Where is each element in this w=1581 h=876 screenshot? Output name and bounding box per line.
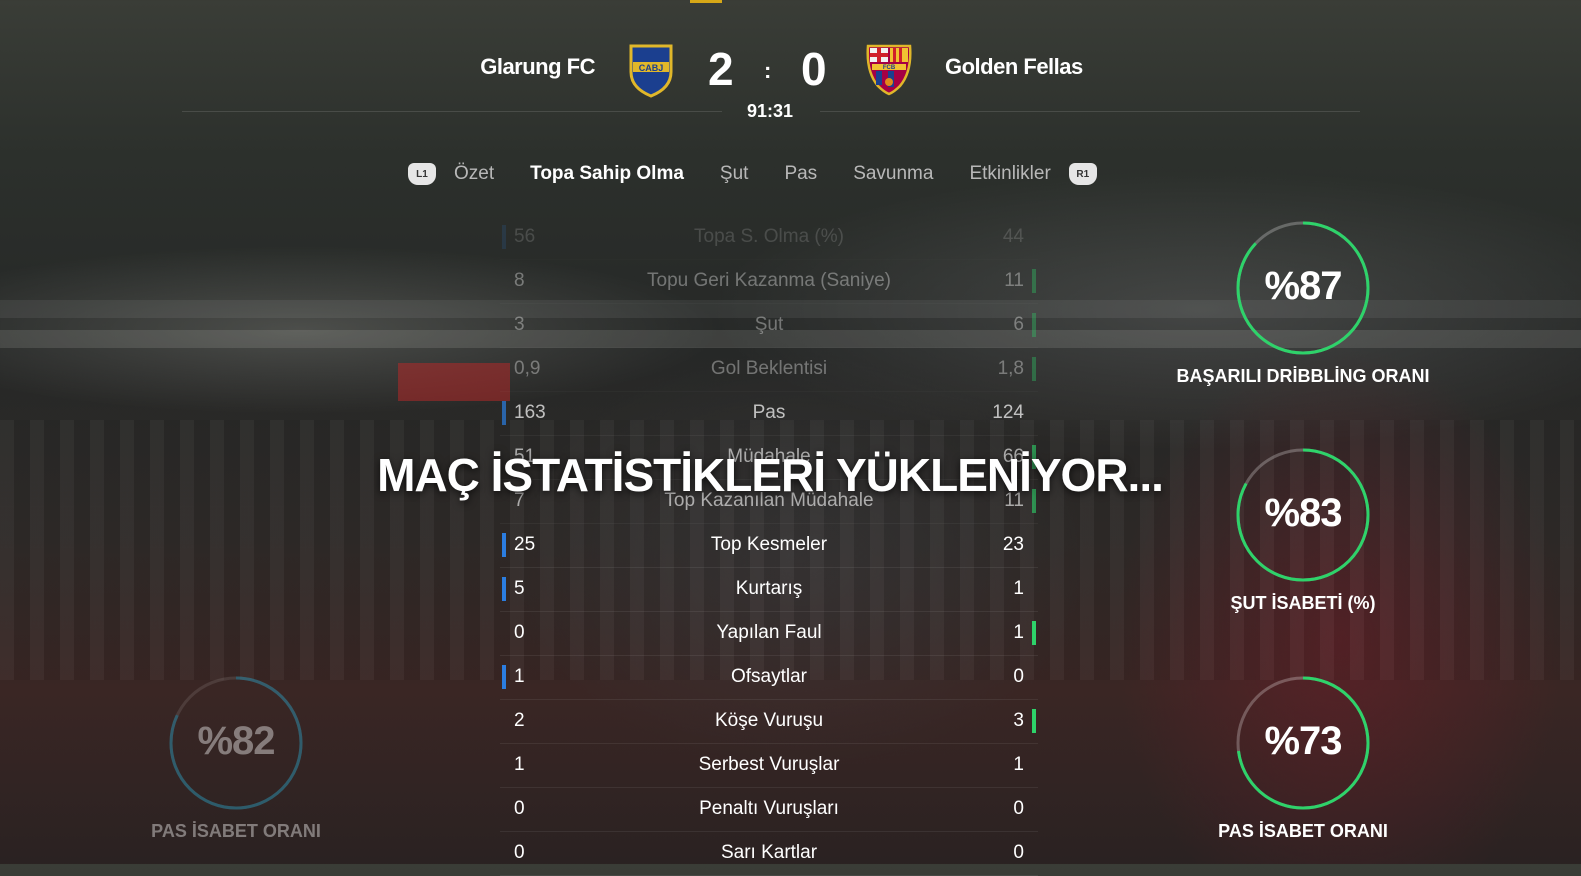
- home-team-name: Glarung FC: [480, 54, 595, 79]
- l1-button-icon[interactable]: L1: [408, 163, 436, 185]
- away-stat-value: 1: [1013, 754, 1024, 775]
- away-pass-accuracy-ring: %73: [1233, 673, 1373, 813]
- tab-etkinlikler[interactable]: Etkinlikler: [969, 163, 1050, 185]
- away-lead-bar: [1032, 621, 1036, 645]
- stat-row: 0 Yapılan Faul 1: [500, 612, 1038, 656]
- away-stat-value: 124: [992, 402, 1024, 423]
- away-stat-value: 0: [1013, 798, 1024, 819]
- away-stat-value: 1,8: [997, 358, 1024, 379]
- stat-label: Topu Geri Kazanma (Saniye): [647, 270, 891, 291]
- home-score: 2: [708, 43, 734, 95]
- background-board: [398, 363, 510, 401]
- stat-label: Şut: [754, 314, 784, 335]
- away-lead-bar: [1032, 709, 1036, 733]
- stat-row: 1 Serbest Vuruşlar 1: [500, 744, 1038, 788]
- stat-row: 8 Topu Geri Kazanma (Saniye) 11: [500, 260, 1038, 304]
- away-lead-bar: [1032, 357, 1036, 381]
- dribbling-value: %87: [1264, 264, 1342, 308]
- shot-accuracy-ring: %83: [1233, 445, 1373, 585]
- stat-label: Yapılan Faul: [716, 622, 822, 643]
- stat-row: 2 Köşe Vuruşu 3: [500, 700, 1038, 744]
- tab-sut[interactable]: Şut: [720, 163, 749, 185]
- home-pass-accuracy-value: %82: [197, 719, 275, 763]
- home-pass-accuracy-label: PAS İSABET ORANI: [151, 821, 321, 841]
- divider-line: [820, 111, 1360, 112]
- stat-label: Pas: [752, 402, 786, 423]
- away-stat-value: 6: [1013, 314, 1024, 335]
- away-stat-value: 23: [1002, 534, 1024, 555]
- stat-row: 5 Kurtarış 1: [500, 568, 1038, 612]
- divider-line: [182, 111, 722, 112]
- shot-accuracy-value: %83: [1264, 491, 1342, 535]
- stat-row: 0 Penaltı Vuruşları 0: [500, 788, 1038, 832]
- tab-pas[interactable]: Pas: [784, 163, 817, 185]
- stat-label: Top Kesmeler: [710, 534, 828, 555]
- away-stat-value: 1: [1013, 578, 1024, 599]
- stat-label: Kurtarış: [735, 578, 803, 599]
- stat-label: Ofsaytlar: [730, 666, 808, 687]
- away-pass-accuracy-label: PAS İSABET ORANI: [1218, 821, 1388, 841]
- away-stat-value: 0: [1013, 666, 1024, 687]
- away-stat-value: 3: [1013, 710, 1024, 731]
- tab-topa-sahip-olma[interactable]: Topa Sahip Olma: [530, 163, 684, 185]
- dribbling-label: BAŞARILI DRİBBLİNG ORANI: [1176, 366, 1430, 386]
- away-crest-text: FCB: [883, 65, 896, 71]
- stat-label: Topa S. Olma (%): [694, 226, 844, 247]
- stat-row: 3 Şut 6: [500, 304, 1038, 348]
- stat-row: 163 Pas 124: [500, 392, 1038, 436]
- away-stat-value: 0: [1013, 842, 1024, 863]
- away-stat-value: 11: [1004, 270, 1024, 291]
- match-clock: 91:31: [746, 101, 794, 121]
- stats-tab-bar: L1 Özet Topa Sahip Olma Şut Pas Savunma …: [408, 158, 1097, 190]
- stat-row: 0,9 Gol Beklentisi 1,8: [500, 348, 1038, 392]
- stat-label: Penaltı Vuruşları: [699, 798, 839, 819]
- background-accent: [690, 0, 722, 3]
- dribbling-ring: %87: [1233, 218, 1373, 358]
- away-team-name: Golden Fellas: [945, 54, 1083, 79]
- tab-savunma[interactable]: Savunma: [853, 163, 933, 185]
- tab-ozet[interactable]: Özet: [454, 163, 494, 185]
- away-pass-accuracy-value: %73: [1264, 719, 1342, 763]
- stats-table: 56 Topa S. Olma (%) 44 8 Topu Geri Kazanma …: [500, 216, 1038, 876]
- home-pass-accuracy-ring: %82: [166, 673, 306, 813]
- r1-button-icon[interactable]: R1: [1068, 163, 1097, 185]
- away-score: 0: [801, 43, 827, 95]
- away-lead-bar: [1032, 313, 1036, 337]
- away-team-crest-icon: FCB: [864, 42, 914, 101]
- stat-label: Sarı Kartlar: [720, 842, 818, 863]
- away-stat-value: 44: [1002, 226, 1024, 247]
- score-separator: :: [764, 58, 772, 83]
- stat-label: Serbest Vuruşlar: [698, 754, 840, 775]
- stat-label: Köşe Vuruşu: [714, 710, 824, 731]
- shot-accuracy-label: ŞUT İSABETİ (%): [1230, 593, 1376, 613]
- stat-row: 1 Ofsaytlar 0: [500, 656, 1038, 700]
- home-crest-text: CABJ: [639, 63, 664, 73]
- stat-row: 56 Topa S. Olma (%) 44: [500, 216, 1038, 260]
- home-team-crest-icon: CABJ: [627, 42, 675, 103]
- away-lead-bar: [1032, 269, 1036, 293]
- stat-label: Gol Beklentisi: [710, 358, 828, 379]
- away-stat-value: 1: [1013, 622, 1024, 643]
- stat-row: 25 Top Kesmeler 23: [500, 524, 1038, 568]
- stat-row: 0 Sarı Kartlar 0: [500, 832, 1038, 876]
